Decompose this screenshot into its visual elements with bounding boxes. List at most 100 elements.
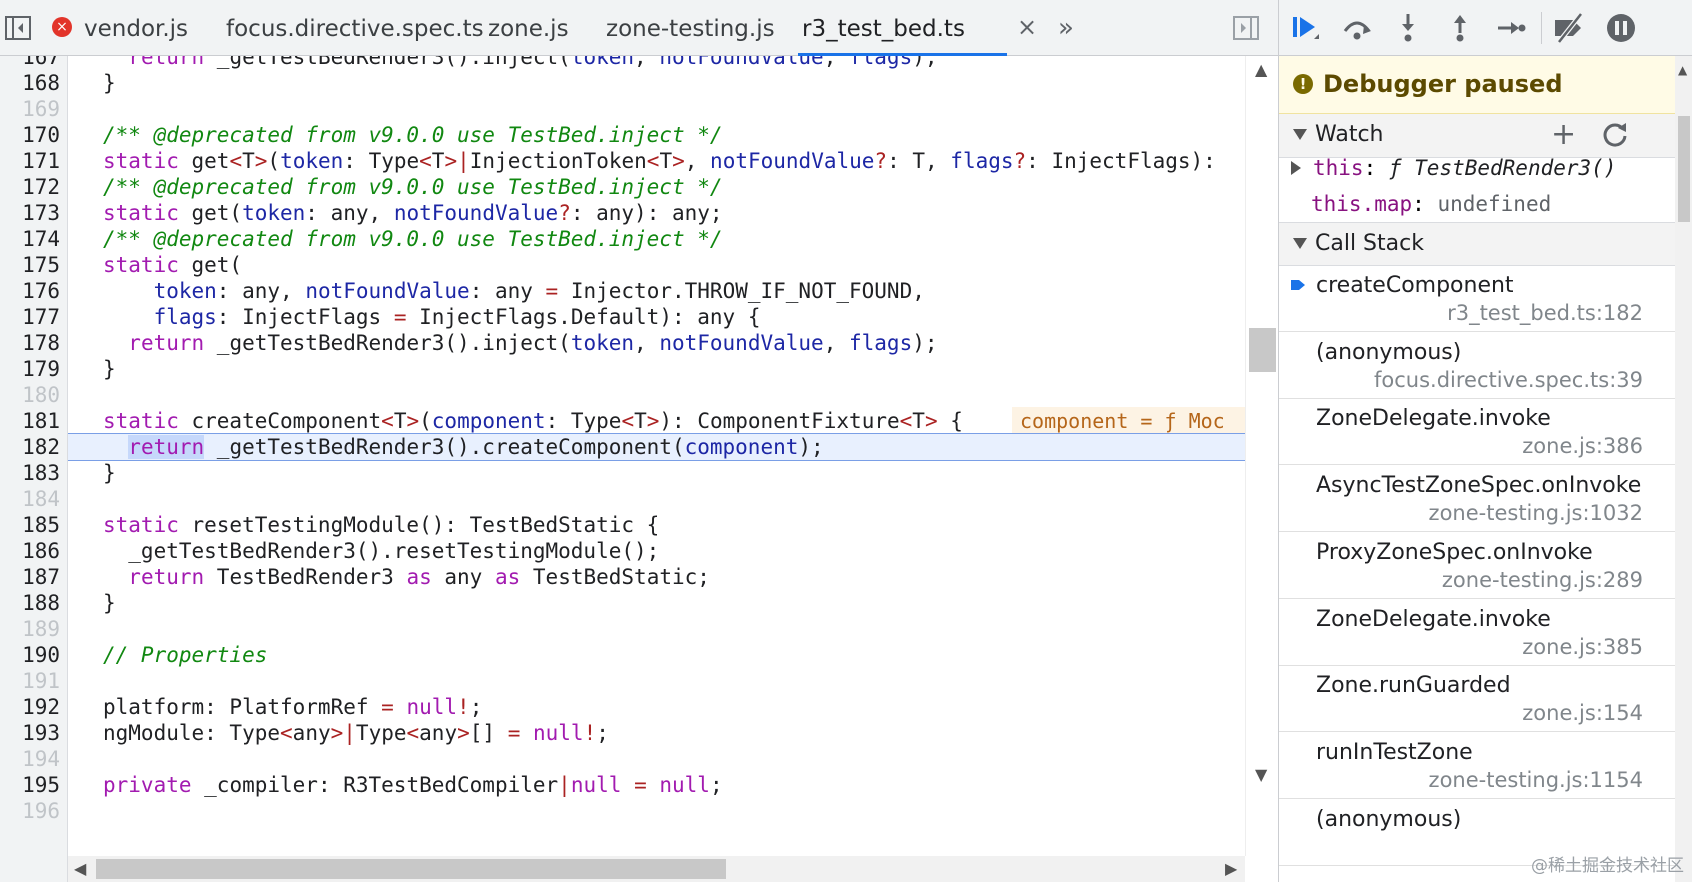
frame-location[interactable]: focus.directive.spec.ts:39 xyxy=(1374,368,1643,392)
call-frame[interactable]: ProxyZoneSpec.onInvoke zone-testing.js:28… xyxy=(1279,533,1675,599)
tab-vendor-js[interactable]: × vendor.js xyxy=(52,0,188,56)
scroll-up-icon[interactable]: ▲ xyxy=(1678,62,1687,78)
debugger-paused-banner: ! Debugger paused xyxy=(1279,56,1675,114)
code-token: } xyxy=(103,591,116,615)
call-frame[interactable]: ZoneDelegate.invoke zone.js:386 xyxy=(1279,399,1675,466)
frame-function-name: ZoneDelegate.invoke xyxy=(1316,406,1551,432)
line-number[interactable]: 179 xyxy=(0,355,60,383)
call-frame[interactable]: Zone.runGuarded zone.js:154 xyxy=(1279,666,1675,733)
line-number[interactable]: 188 xyxy=(0,589,60,617)
line-number[interactable]: 168 xyxy=(0,69,60,97)
line-number-gutter[interactable]: 167 168 169 170 171 172 173 174 175 176 177 178 179 1… xyxy=(0,56,68,882)
call-frame[interactable]: AsyncTestZoneSpec.onInvoke zone-testing.j… xyxy=(1279,466,1675,533)
code-line: return _getTestBedRender3().inject(token… xyxy=(103,56,937,71)
step-out-button[interactable] xyxy=(1440,8,1480,48)
line-number[interactable]: 185 xyxy=(0,511,60,539)
line-number[interactable]: 180 xyxy=(0,381,60,409)
code-token: platform: PlatformRef xyxy=(103,695,382,719)
tab-focus-directive-spec-ts[interactable]: focus.directive.spec.ts xyxy=(226,0,484,56)
tab-zone-js[interactable]: zone.js xyxy=(488,0,569,56)
scroll-down-icon[interactable]: ▼ xyxy=(1255,767,1267,783)
call-frame[interactable]: runInTestZone zone-testing.js:1154 xyxy=(1279,733,1675,799)
line-number[interactable]: 186 xyxy=(0,537,60,565)
frame-function-name: (anonymous) xyxy=(1316,339,1462,365)
vertical-scrollbar[interactable]: ▲ ▼ xyxy=(1245,56,1278,856)
close-tab-icon[interactable]: × xyxy=(1017,12,1037,42)
vertical-scroll-thumb[interactable] xyxy=(1249,328,1276,372)
frame-location[interactable]: zone.js:386 xyxy=(1522,434,1643,458)
line-number[interactable]: 169 xyxy=(0,95,60,123)
line-number[interactable]: 170 xyxy=(0,121,60,149)
line-number[interactable]: 172 xyxy=(0,173,60,201)
scroll-left-icon[interactable]: ◀ xyxy=(74,861,86,877)
resume-button[interactable] xyxy=(1285,8,1325,48)
horizontal-scroll-thumb[interactable] xyxy=(96,859,726,879)
code-line: private _compiler: R3TestBedCompiler|nul… xyxy=(103,771,723,799)
scroll-up-icon[interactable]: ▲ xyxy=(1255,62,1267,78)
line-number[interactable]: 189 xyxy=(0,615,60,643)
frame-location[interactable]: zone-testing.js:1154 xyxy=(1429,768,1643,792)
tab-zone-testing-js[interactable]: zone-testing.js xyxy=(606,0,775,56)
step-over-button[interactable] xyxy=(1337,8,1377,48)
line-number[interactable]: 178 xyxy=(0,329,60,357)
frame-location[interactable]: zone.js:385 xyxy=(1522,635,1643,659)
frame-location[interactable]: zone.js:154 xyxy=(1522,701,1643,725)
line-number[interactable]: 182 xyxy=(0,433,60,461)
watch-expression-row[interactable]: this.map: undefined xyxy=(1279,184,1675,224)
horizontal-scrollbar[interactable]: ◀ ▶ xyxy=(68,856,1245,882)
toggle-debugger-button[interactable] xyxy=(1228,10,1264,46)
line-number[interactable]: 187 xyxy=(0,563,60,591)
code-token: as xyxy=(406,565,432,589)
line-number[interactable]: 195 xyxy=(0,771,60,799)
code-token: , xyxy=(684,149,711,173)
pause-on-exceptions-button[interactable] xyxy=(1601,8,1641,48)
deactivate-breakpoints-button[interactable] xyxy=(1549,8,1589,48)
line-number[interactable]: 184 xyxy=(0,485,60,513)
watch-expression-row[interactable]: this: ƒ TestBedRender3() xyxy=(1279,148,1675,188)
inline-variable-value[interactable]: component = ƒ Moc xyxy=(1012,407,1245,435)
line-number[interactable]: 196 xyxy=(0,797,60,825)
step-into-button[interactable] xyxy=(1388,8,1428,48)
sidebar-scrollbar[interactable]: ▲ xyxy=(1675,56,1692,882)
add-watch-icon[interactable]: + xyxy=(1551,118,1576,152)
more-tabs-icon[interactable]: » xyxy=(1058,10,1074,46)
step-button[interactable] xyxy=(1491,8,1531,48)
line-number[interactable]: 192 xyxy=(0,693,60,721)
code-token: TestBedRender3 xyxy=(204,565,407,589)
callstack-section-header[interactable]: Call Stack xyxy=(1279,222,1675,266)
error-icon: × xyxy=(52,16,72,37)
line-number[interactable]: 175 xyxy=(0,251,60,279)
line-number[interactable]: 190 xyxy=(0,641,60,669)
line-number[interactable]: 171 xyxy=(0,147,60,175)
line-number[interactable]: 176 xyxy=(0,277,60,305)
line-number[interactable]: 174 xyxy=(0,225,60,253)
call-frame[interactable]: (anonymous) focus.directive.spec.ts:39 xyxy=(1279,333,1675,399)
frame-location[interactable]: zone-testing.js:289 xyxy=(1442,568,1643,592)
code-token: > xyxy=(330,721,344,745)
expand-triangle-icon[interactable] xyxy=(1291,161,1301,175)
line-number[interactable]: 191 xyxy=(0,667,60,695)
code-token: any xyxy=(292,721,331,745)
code-token: _getTestBedRender3().createComponent( xyxy=(204,435,685,459)
tab-r3-test-bed-ts[interactable]: r3_test_bed.ts xyxy=(798,0,1007,56)
code-token: < xyxy=(419,149,432,173)
call-frame[interactable]: ZoneDelegate.invoke zone.js:385 xyxy=(1279,600,1675,666)
line-number[interactable]: 181 xyxy=(0,407,60,435)
scroll-right-icon[interactable]: ▶ xyxy=(1225,861,1237,877)
call-frame[interactable]: createComponent r3_test_bed.ts:182 xyxy=(1279,266,1675,332)
code-area[interactable]: return _getTestBedRender3().inject(token… xyxy=(68,56,1245,856)
code-line: static resetTestingModule(): TestBedStat… xyxy=(103,511,659,539)
frame-location[interactable]: r3_test_bed.ts:182 xyxy=(1447,301,1643,325)
line-number[interactable]: 173 xyxy=(0,199,60,227)
line-number[interactable]: 177 xyxy=(0,303,60,331)
sidebar-scroll-thumb[interactable] xyxy=(1678,116,1690,222)
line-number[interactable]: 193 xyxy=(0,719,60,747)
code-token: < xyxy=(381,409,394,433)
line-number[interactable]: 183 xyxy=(0,459,60,487)
frame-location[interactable]: zone-testing.js:1032 xyxy=(1429,501,1643,525)
watermark: @稀土掘金技术社区 xyxy=(1531,856,1684,876)
line-number[interactable]: 194 xyxy=(0,745,60,773)
watch-expression-name: this xyxy=(1313,156,1364,180)
